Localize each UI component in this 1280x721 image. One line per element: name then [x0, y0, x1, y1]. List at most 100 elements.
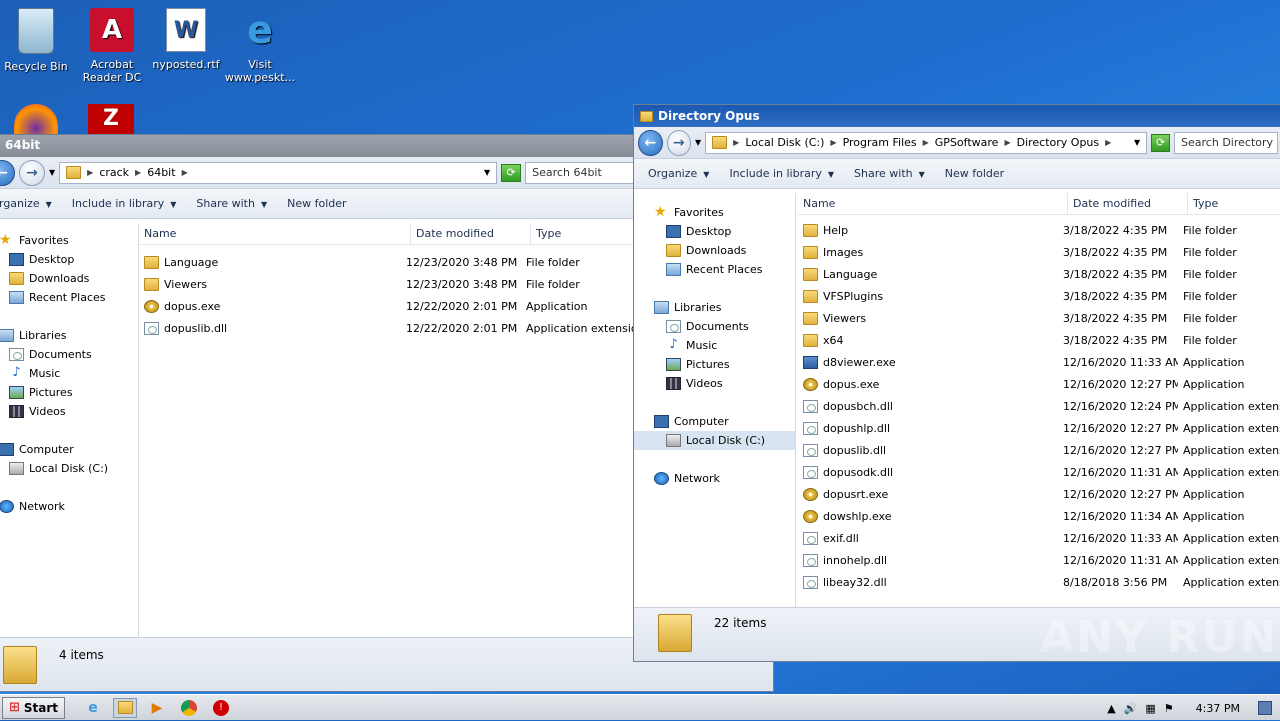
nav-local-disk[interactable]: Local Disk (C:)	[634, 431, 795, 450]
firefox-icon[interactable]	[14, 104, 58, 134]
column-date[interactable]: Date modified	[411, 223, 531, 245]
nav-network[interactable]: Network	[0, 497, 138, 516]
breadcrumb[interactable]: ▶ crack ▶ 64bit ▶ ▼	[59, 161, 498, 184]
nav-libraries[interactable]: Libraries	[634, 298, 795, 317]
network-icon[interactable]: ▦	[1145, 702, 1155, 715]
refresh-button[interactable]: ⟳	[1151, 133, 1171, 152]
volume-icon[interactable]: 🔊	[1124, 702, 1138, 715]
nav-computer[interactable]: Computer	[634, 412, 795, 431]
nav-favorites[interactable]: ★ Favorites	[0, 231, 138, 250]
nav-recent[interactable]: Recent Places	[634, 260, 795, 279]
file-row[interactable]: dopusrt.exe 12/16/2020 12:27 PM Applicatio…	[798, 483, 1280, 505]
refresh-button[interactable]: ⟳	[501, 163, 522, 182]
nav-music[interactable]: ♪ Music	[634, 336, 795, 355]
file-row[interactable]: innohelp.dll 12/16/2020 11:31 AM Applicati…	[798, 549, 1280, 571]
chevron-down-icon[interactable]: ▼	[1134, 138, 1140, 147]
file-row[interactable]: dopusodk.dll 12/16/2020 11:31 AM Applicati…	[798, 461, 1280, 483]
column-date[interactable]: Date modified	[1068, 193, 1188, 215]
file-row[interactable]: dowshlp.exe 12/16/2020 11:34 AM Applicatio…	[798, 505, 1280, 527]
desktop-icon-label: Recycle Bin	[4, 60, 68, 73]
share-with-button[interactable]: Share with ▼	[196, 197, 267, 210]
file-row[interactable]: x64 3/18/2022 4:35 PM File folder	[798, 329, 1280, 351]
nav-label: Videos	[29, 405, 66, 418]
new-folder-button[interactable]: New folder	[945, 167, 1004, 180]
forward-button[interactable]: →	[666, 129, 691, 156]
chrome-icon[interactable]	[177, 698, 201, 718]
history-dropdown-icon[interactable]: ▼	[49, 168, 55, 177]
file-row[interactable]: Viewers 3/18/2022 4:35 PM File folder	[798, 307, 1280, 329]
drive-icon	[666, 434, 681, 447]
internet-explorer-icon[interactable]: e	[81, 698, 105, 718]
chevron-down-icon[interactable]: ▼	[484, 168, 490, 177]
file-type: File folder	[1183, 267, 1237, 281]
chrome-logo-icon	[181, 699, 198, 716]
flag-icon[interactable]: ⚑	[1164, 702, 1174, 715]
nav-documents[interactable]: Documents	[0, 345, 138, 364]
back-button[interactable]: ←	[638, 129, 663, 156]
filezilla-icon[interactable]: Z	[88, 104, 134, 134]
back-button[interactable]: ←	[0, 159, 15, 186]
stop-icon[interactable]: !	[209, 698, 233, 718]
nav-desktop[interactable]: Desktop	[634, 222, 795, 241]
file-name: Images	[823, 245, 864, 259]
nav-favorites[interactable]: ★ Favorites	[634, 203, 795, 222]
explorer-window-directory-opus[interactable]: Directory Opus ← → ▼ ▶ Local Disk (C:) ▶…	[633, 104, 1280, 662]
clock[interactable]: 4:37 PM	[1196, 702, 1240, 715]
nav-documents[interactable]: Documents	[634, 317, 795, 336]
include-in-library-button[interactable]: Include in library ▼	[729, 167, 834, 180]
history-dropdown-icon[interactable]: ▼	[695, 138, 701, 147]
new-folder-button[interactable]: New folder	[287, 197, 346, 210]
breadcrumb-item[interactable]: Local Disk (C:)	[745, 136, 824, 149]
breadcrumb-item[interactable]: Directory Opus	[1017, 136, 1100, 149]
nav-downloads[interactable]: Downloads	[634, 241, 795, 260]
tray-expand-icon[interactable]: ▲	[1107, 702, 1115, 715]
breadcrumb-item[interactable]: GPSoftware	[935, 136, 999, 149]
column-name[interactable]: Name	[139, 223, 411, 245]
file-row[interactable]: dopuslib.dll 12/16/2020 12:27 PM Applicati…	[798, 439, 1280, 461]
file-row[interactable]: dopusbch.dll 12/16/2020 12:24 PM Applicati…	[798, 395, 1280, 417]
include-in-library-button[interactable]: Include in library ▼	[72, 197, 177, 210]
breadcrumb-item[interactable]: Program Files	[843, 136, 917, 149]
search-input[interactable]: Search Directory O	[1174, 131, 1279, 154]
file-row[interactable]: Language 3/18/2022 4:35 PM File folder	[798, 263, 1280, 285]
show-desktop-icon[interactable]	[1258, 701, 1272, 715]
nav-videos[interactable]: Videos	[634, 374, 795, 393]
explorer-taskbar-icon[interactable]	[113, 697, 138, 718]
file-row[interactable]: VFSPlugins 3/18/2022 4:35 PM File folder	[798, 285, 1280, 307]
desktop-icon-recycle-bin[interactable]: Recycle Bin	[0, 8, 72, 73]
nav-libraries[interactable]: Libraries	[0, 326, 138, 345]
breadcrumb-item[interactable]: 64bit	[147, 166, 175, 179]
file-row[interactable]: d8viewer.exe 12/16/2020 11:33 AM Applicati…	[798, 351, 1280, 373]
dll-file-icon	[803, 531, 818, 545]
desktop-icon-visit[interactable]: e Visit www.peskt...	[224, 8, 296, 84]
organize-button[interactable]: rganize ▼	[0, 197, 52, 210]
nav-recent[interactable]: Recent Places	[0, 288, 138, 307]
column-name[interactable]: Name	[798, 193, 1068, 215]
desktop-icon-acrobat[interactable]: A Acrobat Reader DC	[76, 8, 148, 84]
column-type[interactable]: Type	[1188, 193, 1280, 215]
nav-computer[interactable]: Computer	[0, 440, 138, 459]
nav-desktop[interactable]: Desktop	[0, 250, 138, 269]
file-row[interactable]: dopushlp.dll 12/16/2020 12:27 PM Applicati…	[798, 417, 1280, 439]
start-button[interactable]: ⊞ Start	[2, 696, 66, 719]
share-with-button[interactable]: Share with ▼	[854, 167, 925, 180]
file-row[interactable]: Help 3/18/2022 4:35 PM File folder	[798, 219, 1280, 241]
forward-button[interactable]: →	[19, 159, 45, 186]
folder-icon	[803, 333, 818, 347]
breadcrumb[interactable]: ▶ Local Disk (C:) ▶ Program Files ▶ GPSo…	[705, 131, 1148, 154]
breadcrumb-item[interactable]: crack	[99, 166, 129, 179]
nav-network[interactable]: Network	[634, 469, 795, 488]
file-row[interactable]: dopus.exe 12/16/2020 12:27 PM Application	[798, 373, 1280, 395]
organize-button[interactable]: Organize ▼	[648, 167, 709, 180]
nav-pictures[interactable]: Pictures	[634, 355, 795, 374]
nav-local-disk[interactable]: Local Disk (C:)	[0, 459, 138, 478]
nav-videos[interactable]: Videos	[0, 402, 138, 421]
desktop-icon-nyposted[interactable]: W nyposted.rtf	[150, 8, 222, 71]
nav-downloads[interactable]: Downloads	[0, 269, 138, 288]
file-row[interactable]: libeay32.dll 8/18/2018 3:56 PM Application…	[798, 571, 1280, 593]
nav-music[interactable]: ♪ Music	[0, 364, 138, 383]
file-row[interactable]: Images 3/18/2022 4:35 PM File folder	[798, 241, 1280, 263]
file-row[interactable]: exif.dll 12/16/2020 11:33 AM Application e…	[798, 527, 1280, 549]
media-player-icon[interactable]: ▶	[145, 698, 169, 718]
nav-pictures[interactable]: Pictures	[0, 383, 138, 402]
